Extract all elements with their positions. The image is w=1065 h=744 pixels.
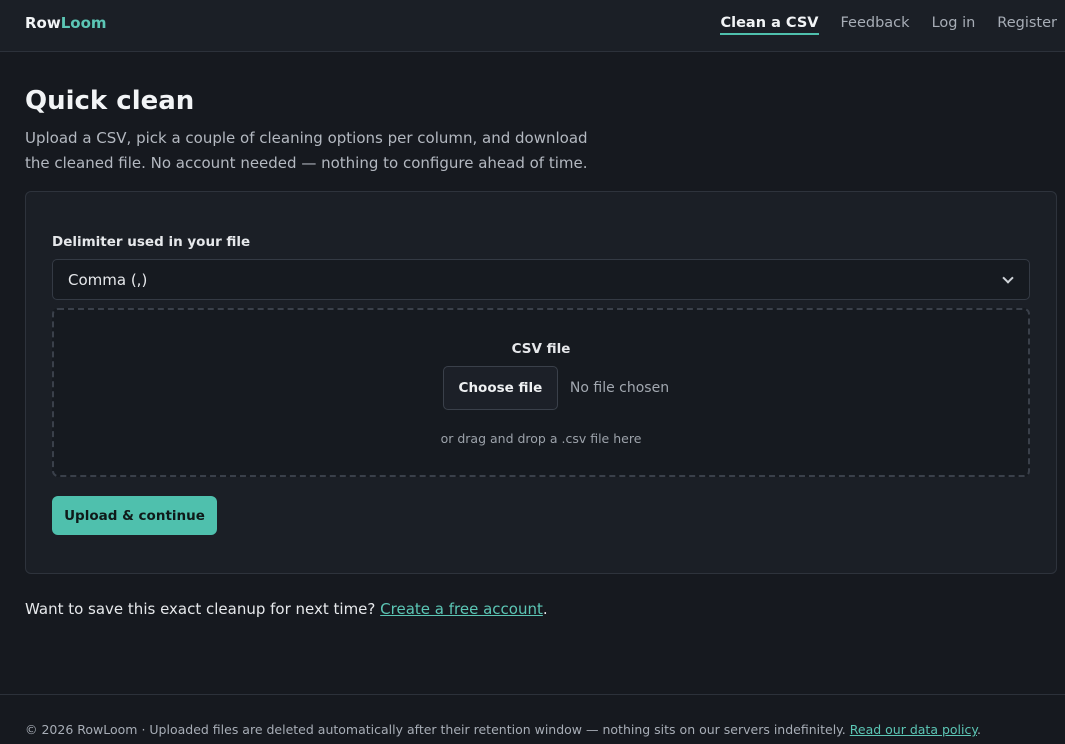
drop-hint: or drag and drop a .csv file here — [440, 431, 642, 446]
delimiter-select[interactable]: Comma (,) — [52, 259, 1030, 300]
brand-name-part2: Loom — [60, 14, 107, 32]
delimiter-selected-value: Comma (,) — [68, 270, 148, 289]
data-policy-link[interactable]: Read our data policy — [850, 722, 977, 737]
chevron-down-icon — [1002, 271, 1014, 284]
nav-register[interactable]: Register — [997, 13, 1057, 35]
footer-trailing: . — [976, 722, 981, 737]
choose-file-button[interactable]: Choose file — [442, 366, 558, 410]
file-input-row: Choose file No file chosen — [54, 366, 1028, 410]
page-title: Quick clean — [25, 86, 195, 116]
nav-feedback[interactable]: Feedback — [841, 13, 910, 35]
top-bar: RowLoom Clean a CSV Feedback Log in Regi… — [0, 0, 1065, 52]
save-prompt: Want to save this exact cleanup for next… — [25, 600, 548, 618]
main-nav: Clean a CSV Feedback Log in Register — [720, 13, 1057, 35]
create-account-link[interactable]: Create a free account — [380, 600, 543, 618]
upload-continue-button[interactable]: Upload & continue — [52, 496, 217, 535]
delimiter-label: Delimiter used in your file — [52, 234, 251, 250]
upload-card: Delimiter used in your file Comma (,) CS… — [25, 191, 1057, 574]
brand-name-part1: Row — [25, 14, 61, 32]
file-dropzone[interactable]: CSV file Choose file No file chosen or d… — [52, 308, 1030, 477]
brand-logo[interactable]: RowLoom — [25, 14, 107, 32]
save-prompt-trailing: . — [542, 600, 548, 618]
intro-text: Upload a CSV, pick a couple of cleaning … — [25, 129, 588, 172]
nav-clean-csv[interactable]: Clean a CSV — [720, 13, 819, 35]
footer-text: © 2026 RowLoom · Uploaded files are dele… — [25, 722, 846, 737]
save-prompt-text: Want to save this exact cleanup for next… — [25, 600, 376, 618]
footer-divider — [0, 694, 1065, 695]
csv-file-label: CSV file — [511, 341, 571, 357]
footer: © 2026 RowLoom · Uploaded files are dele… — [25, 722, 1060, 737]
file-status-text: No file chosen — [569, 380, 670, 396]
nav-login[interactable]: Log in — [932, 13, 976, 35]
